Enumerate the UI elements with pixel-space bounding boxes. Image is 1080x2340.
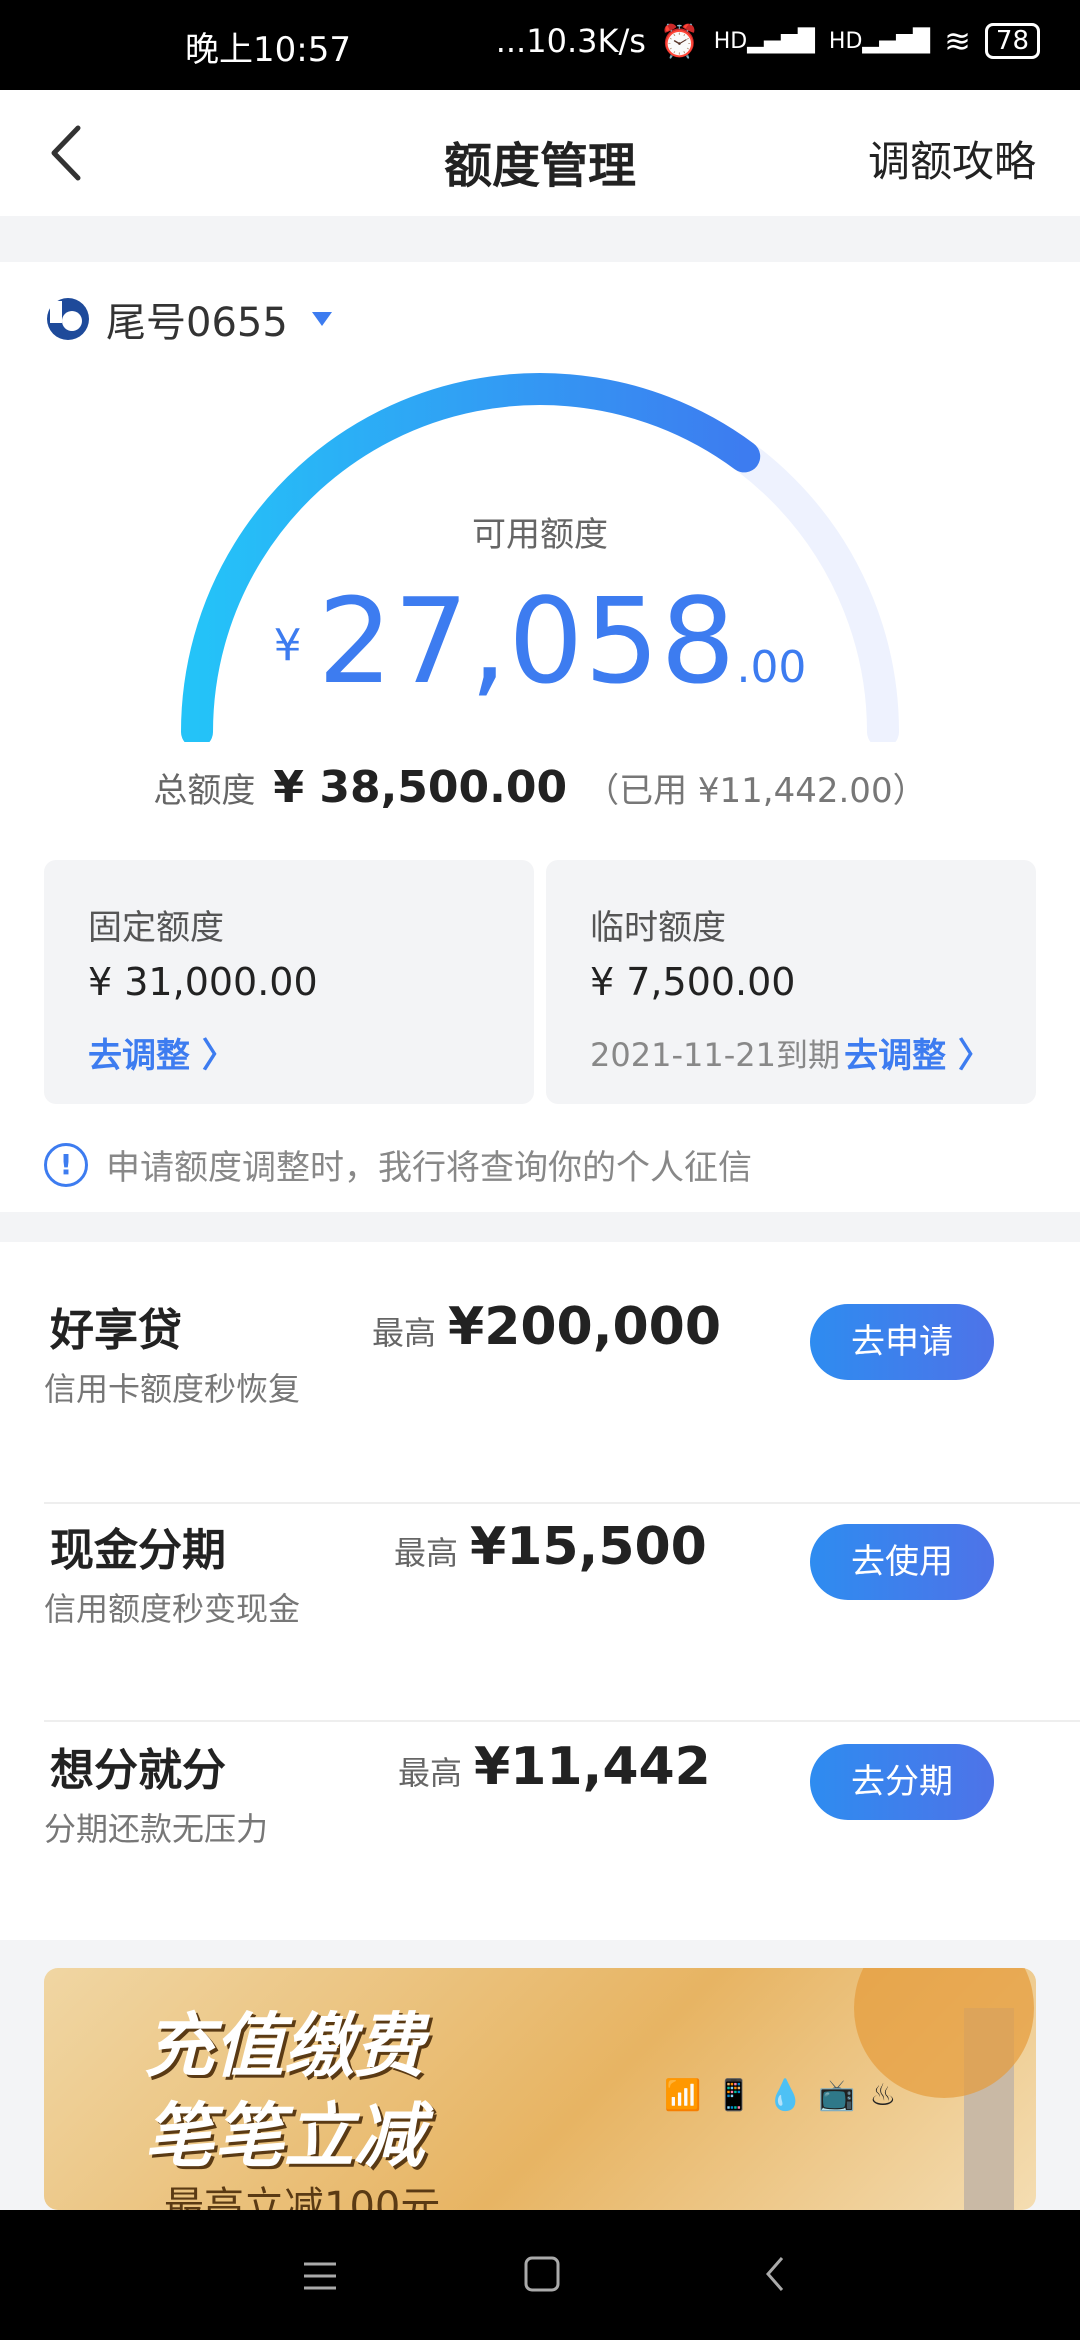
top-nav-bar: 额度管理 调额攻略 bbox=[0, 90, 1080, 216]
product-desc: 分期还款无压力 bbox=[44, 1810, 269, 1848]
product-max: 最高 ¥200,000 bbox=[372, 1297, 721, 1357]
signal-icon: HD▂▄▆█ bbox=[713, 28, 815, 54]
used-amount: （已用 ¥11,442.00） bbox=[585, 771, 927, 811]
menu-icon[interactable] bbox=[300, 2256, 340, 2296]
heating-icon: ♨ bbox=[869, 2078, 897, 2113]
temporary-credit-amount: ¥ 7,500.00 bbox=[590, 960, 796, 1004]
product-desc: 信用额度秒变现金 bbox=[44, 1590, 301, 1628]
credit-strategy-link[interactable]: 调额攻略 bbox=[868, 128, 1036, 189]
product-desc: 信用卡额度秒恢复 bbox=[44, 1370, 301, 1408]
max-amount: ¥11,442 bbox=[474, 1737, 711, 1797]
alarm-icon: ⏰ bbox=[659, 22, 700, 60]
back-icon[interactable] bbox=[756, 2254, 796, 2294]
tv-icon: 📺 bbox=[818, 2078, 856, 2113]
system-nav-bar bbox=[0, 2210, 1080, 2340]
banner-subtitle: 最高立减100元 bbox=[164, 2184, 441, 2210]
fixed-credit-amount: ¥ 31,000.00 bbox=[88, 960, 318, 1004]
credit-card-panel: 尾号0655 可用额度 ¥27,058.00 总额度 ¥ 38,500.00 （已用… bbox=[0, 262, 1080, 1212]
banner-title-1: 充值缴费 bbox=[144, 2005, 424, 2087]
available-decimal: .00 bbox=[736, 642, 807, 693]
info-icon: ! bbox=[44, 1142, 88, 1187]
currency-symbol: ¥ bbox=[273, 620, 302, 671]
signal-icon: HD▂▄▆█ bbox=[828, 28, 931, 54]
apply-button[interactable]: 去申请 bbox=[810, 1304, 994, 1380]
product-max: 最高 ¥15,500 bbox=[394, 1517, 707, 1577]
temporary-credit-label: 临时额度 bbox=[590, 908, 726, 948]
max-label: 最高 bbox=[394, 1534, 459, 1572]
temporary-credit-box: 临时额度 ¥ 7,500.00 2021-11-21到期 去调整 〉 bbox=[546, 860, 1036, 1104]
status-right: ...10.3K/s ⏰ HD▂▄▆█ HD▂▄▆█ ≋ 78 bbox=[496, 22, 1040, 60]
fixed-adjust-link[interactable]: 去调整 〉 bbox=[88, 1028, 236, 1077]
service-icons: 📶 📱 💧 📺 ♨ bbox=[664, 2078, 896, 2113]
use-button[interactable]: 去使用 bbox=[810, 1524, 994, 1600]
fixed-credit-box: 固定额度 ¥ 31,000.00 去调整 〉 bbox=[44, 860, 534, 1104]
available-integer: 27,058 bbox=[317, 572, 737, 710]
notice-text: 申请额度调整时，我行将查询你的个人征信 bbox=[106, 1148, 752, 1188]
net-speed: ...10.3K/s bbox=[495, 22, 646, 60]
product-name: 现金分期 bbox=[50, 1525, 226, 1576]
wifi-icon: 📶 bbox=[664, 2078, 702, 2113]
product-item: 好享贷 信用卡额度秒恢复 最高 ¥200,000 去申请 bbox=[0, 1242, 1080, 1462]
status-bar: 晚上10:57 ...10.3K/s ⏰ HD▂▄▆█ HD▂▄▆█ ≋ 78 bbox=[0, 0, 1080, 90]
total-label: 总额度 bbox=[153, 771, 256, 811]
max-amount: ¥15,500 bbox=[470, 1517, 707, 1577]
product-name: 想分就分 bbox=[50, 1745, 226, 1796]
max-label: 最高 bbox=[398, 1754, 463, 1792]
promo-banner[interactable]: 📶 📱 💧 📺 ♨ 充值缴费 笔笔立减 最高立减100元 bbox=[44, 1968, 1036, 2210]
credit-query-notice: ! 申请额度调整时，我行将查询你的个人征信 bbox=[44, 1140, 752, 1189]
home-icon[interactable] bbox=[522, 2254, 562, 2294]
product-item: 现金分期 信用额度秒变现金 最高 ¥15,500 去使用 bbox=[0, 1462, 1080, 1682]
fixed-credit-label: 固定额度 bbox=[88, 908, 224, 948]
installment-button[interactable]: 去分期 bbox=[810, 1744, 994, 1820]
available-credit-label: 可用额度 bbox=[472, 515, 608, 555]
water-icon: 💧 bbox=[766, 2078, 805, 2113]
max-amount: ¥200,000 bbox=[448, 1297, 722, 1357]
total-credit-line: 总额度 ¥ 38,500.00 （已用 ¥11,442.00） bbox=[0, 762, 1080, 813]
temporary-expiry: 2021-11-21到期 bbox=[590, 1036, 840, 1074]
battery-icon: 78 bbox=[984, 23, 1040, 59]
product-item: 想分就分 分期还款无压力 最高 ¥11,442 去分期 bbox=[0, 1682, 1080, 1902]
banner-title-2: 笔笔立减 bbox=[144, 2095, 424, 2177]
available-credit-amount: ¥27,058.00 bbox=[0, 572, 1080, 710]
product-name: 好享贷 bbox=[50, 1305, 182, 1356]
product-list: 好享贷 信用卡额度秒恢复 最高 ¥200,000 去申请 现金分期 信用额度秒变现… bbox=[0, 1242, 1080, 1940]
wifi-icon: ≋ bbox=[944, 22, 971, 60]
product-max: 最高 ¥11,442 bbox=[398, 1737, 711, 1797]
temporary-adjust-link[interactable]: 去调整 〉 bbox=[844, 1028, 992, 1077]
max-label: 最高 bbox=[372, 1314, 437, 1352]
total-amount: ¥ 38,500.00 bbox=[273, 762, 568, 813]
status-time: 晚上10:57 bbox=[185, 30, 351, 70]
phone-icon: 📱 bbox=[715, 2078, 753, 2113]
